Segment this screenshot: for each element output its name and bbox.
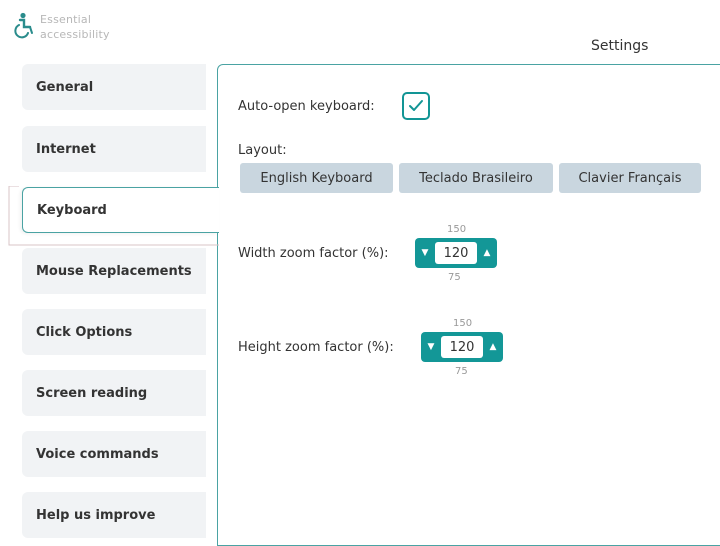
height-zoom-decrement-button[interactable]: ▼	[422, 332, 440, 362]
app-name-line2: accessibility	[40, 28, 110, 41]
height-zoom-value[interactable]: 120	[441, 336, 483, 358]
height-zoom-min: 75	[455, 366, 468, 377]
height-zoom-stepper[interactable]: ▼ 120 ▲	[421, 332, 503, 362]
layout-clavier-francais-button[interactable]: Clavier Français	[559, 163, 701, 193]
app-name: Essential accessibility	[40, 12, 110, 42]
sidebar-tab-internet[interactable]: Internet	[22, 126, 206, 172]
triangle-up-icon: ▲	[483, 248, 491, 258]
height-zoom-increment-button[interactable]: ▲	[484, 332, 502, 362]
wheelchair-icon	[14, 12, 33, 39]
sidebar-tab-label: Click Options	[36, 324, 133, 340]
checkmark-icon	[409, 100, 423, 111]
triangle-down-icon: ▼	[421, 248, 429, 258]
settings-panel	[217, 64, 720, 546]
height-zoom-label: Height zoom factor (%):	[238, 340, 394, 355]
app-logo: Essential accessibility	[14, 12, 110, 42]
layout-label: Layout:	[238, 143, 287, 158]
sidebar-tab-click-options[interactable]: Click Options	[22, 309, 206, 355]
width-zoom-decrement-button[interactable]: ▼	[416, 238, 434, 268]
triangle-down-icon: ▼	[427, 342, 435, 352]
width-zoom-stepper[interactable]: ▼ 120 ▲	[415, 238, 497, 268]
sidebar-tab-label: Voice commands	[36, 446, 159, 462]
sidebar-tab-mouse-replacements[interactable]: Mouse Replacements	[22, 248, 206, 294]
sidebar-tab-voice-commands[interactable]: Voice commands	[22, 431, 206, 477]
page-title: Settings	[591, 38, 649, 54]
width-zoom-increment-button[interactable]: ▲	[478, 238, 496, 268]
sidebar-tab-label: General	[36, 79, 94, 95]
triangle-up-icon: ▲	[489, 342, 497, 352]
sidebar-tab-screen-reading[interactable]: Screen reading	[22, 370, 206, 416]
height-zoom-max: 150	[453, 318, 473, 329]
sidebar-tab-label: Internet	[36, 141, 96, 157]
auto-open-keyboard-checkbox[interactable]	[402, 92, 430, 120]
sidebar-tab-keyboard[interactable]: Keyboard	[22, 187, 219, 233]
width-zoom-max: 150	[447, 224, 467, 235]
sidebar-tab-help-us-improve[interactable]: Help us improve	[22, 492, 206, 538]
sidebar-tab-general[interactable]: General	[22, 64, 206, 110]
layout-teclado-brasileiro-button[interactable]: Teclado Brasileiro	[399, 163, 553, 193]
width-zoom-value[interactable]: 120	[435, 242, 477, 264]
layout-english-keyboard-button[interactable]: English Keyboard	[240, 163, 393, 193]
sidebar-tab-label: Mouse Replacements	[36, 263, 192, 279]
sidebar-tab-label: Help us improve	[36, 507, 156, 523]
app-name-line1: Essential	[40, 13, 92, 26]
sidebar-tab-label: Keyboard	[37, 202, 107, 218]
auto-open-keyboard-label: Auto-open keyboard:	[238, 99, 375, 114]
width-zoom-min: 75	[448, 272, 461, 283]
sidebar-tab-label: Screen reading	[36, 385, 148, 401]
width-zoom-label: Width zoom factor (%):	[238, 246, 389, 261]
